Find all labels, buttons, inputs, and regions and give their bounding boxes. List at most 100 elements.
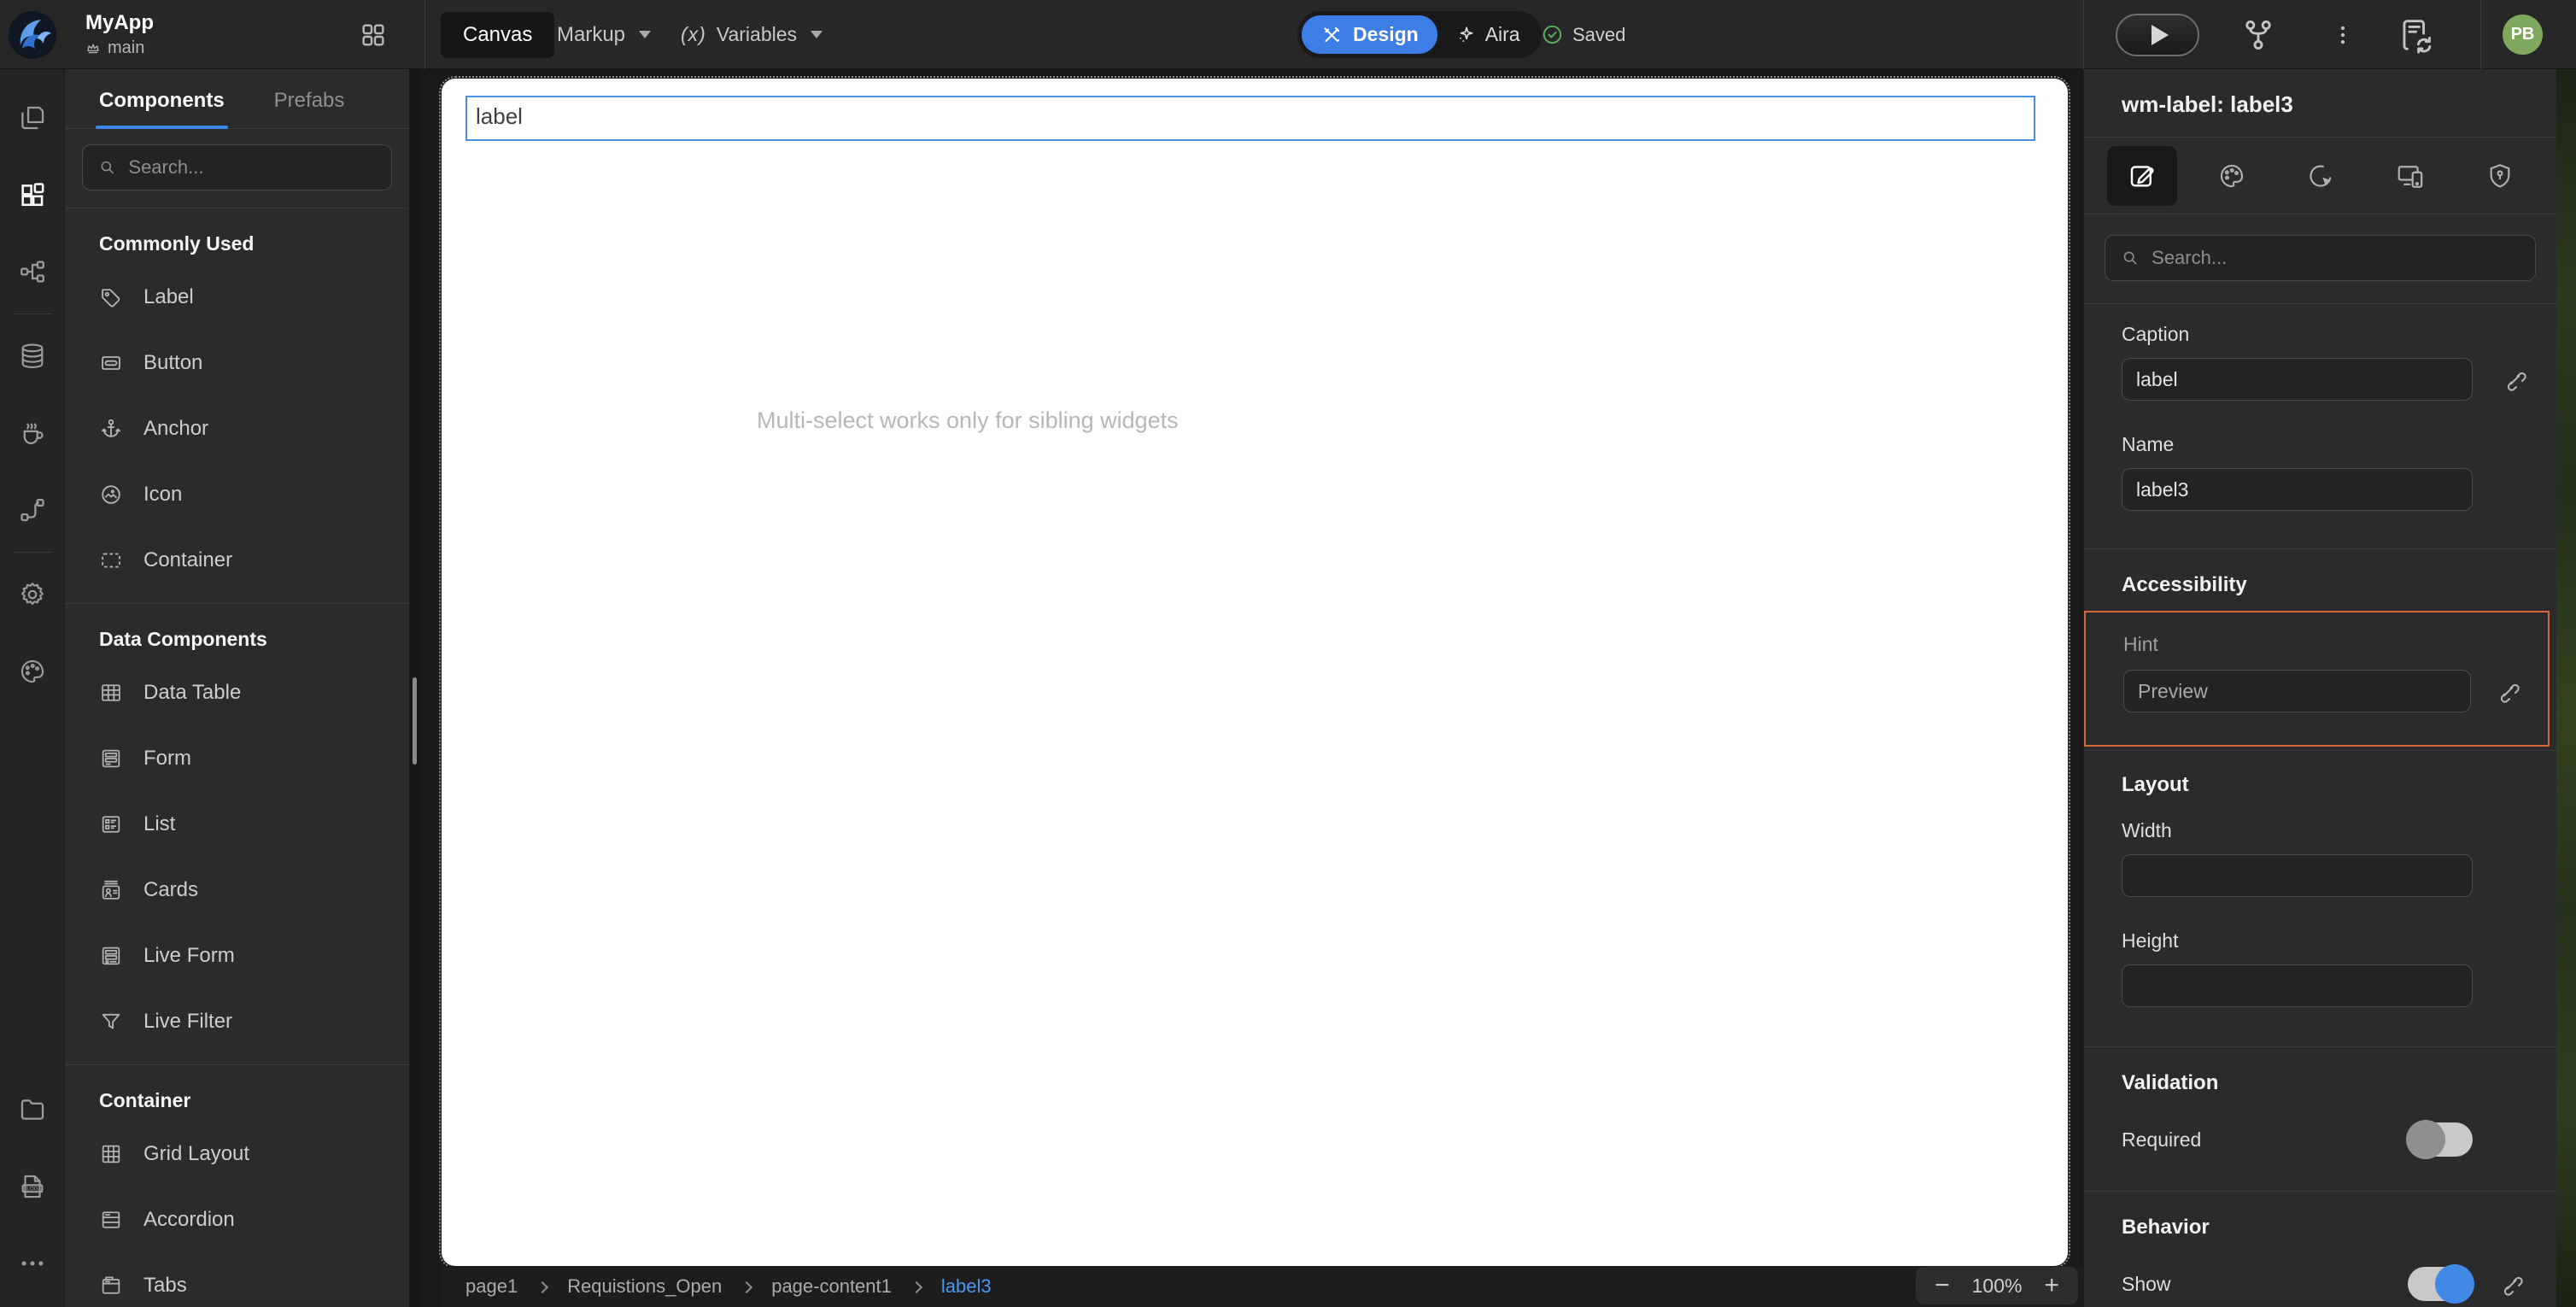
- name-field[interactable]: [2122, 468, 2473, 511]
- rail-pipeline-button[interactable]: [0, 472, 65, 548]
- tab-security[interactable]: [2455, 161, 2544, 190]
- component-accordion[interactable]: Accordion: [99, 1187, 392, 1252]
- breadcrumb-page1[interactable]: page1: [465, 1275, 518, 1298]
- component-grid-layout[interactable]: Grid Layout: [99, 1121, 392, 1187]
- zoom-out-button[interactable]: −: [1935, 1273, 1950, 1298]
- components-search-input[interactable]: [128, 156, 376, 179]
- sparkle-icon: [1455, 24, 1477, 46]
- app-title: MyApp: [85, 11, 154, 35]
- search-icon: [98, 157, 116, 178]
- chevron-right-icon: [910, 1281, 922, 1292]
- rail-bottom-group: LOG: [0, 1071, 65, 1307]
- chevron-down-icon: [811, 31, 823, 38]
- user-avatar[interactable]: PB: [2503, 0, 2543, 69]
- branch-row[interactable]: main: [85, 38, 144, 58]
- rail-database-button[interactable]: [0, 318, 65, 395]
- rail-theme-button[interactable]: [0, 633, 65, 710]
- width-field[interactable]: [2122, 854, 2473, 897]
- tab-events[interactable]: [2276, 161, 2366, 190]
- image-circle-icon: [99, 483, 123, 507]
- name-label: Name: [2122, 433, 2473, 456]
- component-cards[interactable]: Cards: [99, 857, 392, 923]
- rail-files-button[interactable]: [0, 1071, 65, 1148]
- palette-icon: [18, 657, 47, 686]
- caption-field[interactable]: [2122, 358, 2473, 401]
- page-canvas[interactable]: label Multi-select works only for siblin…: [442, 79, 2068, 1266]
- component-live-form[interactable]: Live Form: [99, 923, 392, 988]
- rail-logs-button[interactable]: LOG: [0, 1148, 65, 1225]
- run-preview-button[interactable]: [2116, 0, 2199, 69]
- components-list: Commonly Used Label Button Anchor Icon C…: [65, 232, 409, 1307]
- app-switcher-button[interactable]: [359, 0, 388, 69]
- tab-responsive[interactable]: [2366, 161, 2456, 191]
- properties-search-input[interactable]: [2152, 247, 2520, 269]
- zoom-in-button[interactable]: +: [2044, 1273, 2059, 1298]
- more-options-button[interactable]: [2330, 0, 2356, 69]
- rail-widgets-button[interactable]: [0, 156, 65, 233]
- chevron-down-icon: [639, 31, 651, 38]
- log-file-icon: LOG: [18, 1172, 47, 1201]
- component-data-table[interactable]: Data Table: [99, 659, 392, 725]
- crown-icon: [85, 41, 101, 56]
- kebab-menu-icon: [2330, 22, 2356, 48]
- properties-search[interactable]: [2105, 235, 2536, 281]
- sync-docs-button[interactable]: [2396, 0, 2435, 69]
- tab-styles[interactable]: [2187, 161, 2277, 190]
- tab-canvas[interactable]: Canvas: [441, 0, 554, 69]
- live-form-icon: [99, 944, 123, 968]
- component-container[interactable]: Container: [99, 527, 392, 593]
- components-scrollbar[interactable]: [409, 69, 420, 1307]
- component-list[interactable]: List: [99, 791, 392, 857]
- component-icon[interactable]: Icon: [99, 461, 392, 527]
- play-icon: [2152, 25, 2169, 45]
- component-anchor[interactable]: Anchor: [99, 396, 392, 461]
- show-toggle[interactable]: [2408, 1267, 2473, 1301]
- breadcrumb-label3[interactable]: label3: [941, 1275, 992, 1298]
- height-field[interactable]: [2122, 964, 2473, 1007]
- app-logo[interactable]: [9, 0, 56, 69]
- aira-mode-button[interactable]: Aira: [1437, 15, 1537, 54]
- rail-settings-button[interactable]: [0, 556, 65, 633]
- topbar-divider: [424, 0, 425, 69]
- accessibility-section-title: Accessibility: [2122, 573, 2473, 597]
- components-search[interactable]: [82, 144, 392, 190]
- component-label[interactable]: Label: [99, 264, 392, 330]
- component-tabs[interactable]: Tabs: [99, 1252, 392, 1307]
- tab-properties[interactable]: [2098, 146, 2187, 206]
- toggle-knob: [2435, 1264, 2474, 1304]
- component-button[interactable]: Button: [99, 330, 392, 396]
- accordion-icon: [99, 1208, 123, 1232]
- hint-field[interactable]: [2123, 670, 2471, 712]
- required-toggle[interactable]: [2408, 1122, 2473, 1157]
- breadcrumb-requistions-open[interactable]: Requistions_Open: [567, 1275, 722, 1298]
- selected-label-widget[interactable]: label: [465, 96, 2035, 141]
- cursor-dial-icon: [2306, 161, 2335, 190]
- scrollbar-thumb[interactable]: [413, 677, 417, 765]
- zoom-control: − 100% +: [1916, 1267, 2078, 1304]
- tab-components[interactable]: Components: [99, 89, 225, 128]
- palette-icon: [2217, 161, 2246, 190]
- tab-variables[interactable]: (x) Variables: [681, 0, 823, 69]
- tab-prefabs[interactable]: Prefabs: [274, 89, 345, 128]
- bind-link-icon[interactable]: [2495, 678, 2520, 704]
- rail-hierarchy-button[interactable]: [0, 233, 65, 310]
- rail-more-button[interactable]: [0, 1225, 65, 1302]
- branch-name: main: [108, 38, 144, 58]
- component-form[interactable]: Form: [99, 725, 392, 791]
- bind-link-icon[interactable]: [2502, 366, 2527, 392]
- search-icon: [2121, 248, 2140, 268]
- section-divider: [2084, 548, 2556, 549]
- breadcrumb: page1 Requistions_Open page-content1 lab…: [442, 1266, 2083, 1307]
- component-live-filter[interactable]: Live Filter: [99, 988, 392, 1054]
- layout-section-title: Layout: [2122, 773, 2473, 797]
- rail-pages-button[interactable]: [0, 79, 65, 156]
- org-tree-icon: [18, 257, 47, 286]
- tab-markup[interactable]: Markup: [557, 0, 651, 69]
- design-mode-button[interactable]: Design: [1302, 15, 1437, 54]
- bind-link-icon[interactable]: [2498, 1271, 2524, 1297]
- chevron-right-icon: [536, 1281, 548, 1292]
- flow-button[interactable]: [2239, 0, 2278, 69]
- breadcrumb-page-content1[interactable]: page-content1: [771, 1275, 892, 1298]
- edit-icon: [2127, 161, 2157, 191]
- rail-java-services-button[interactable]: [0, 395, 65, 472]
